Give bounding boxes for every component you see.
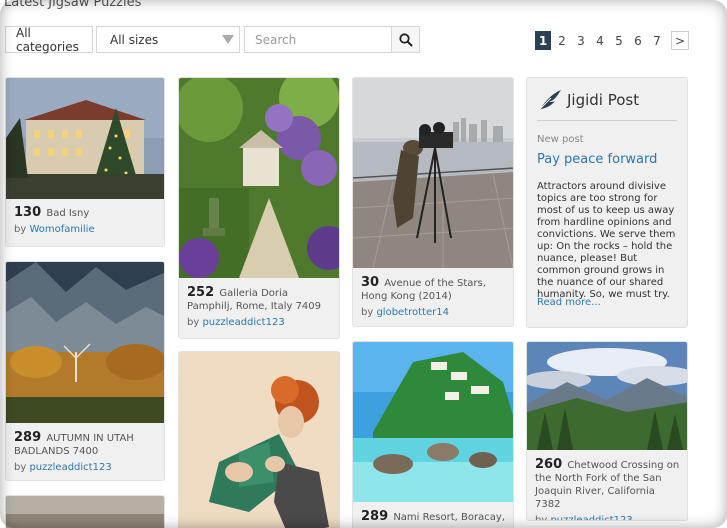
puzzle-card[interactable]: 130 Bad Isny by Womofamilie xyxy=(5,77,165,247)
piece-count: 252 xyxy=(187,285,215,300)
author-link[interactable]: globetrotter14 xyxy=(376,307,449,318)
puzzle-title[interactable]: Bad Isny xyxy=(46,208,89,219)
search-input[interactable] xyxy=(244,26,392,53)
search-button[interactable] xyxy=(391,26,420,53)
puzzle-thumbnail[interactable] xyxy=(6,496,164,528)
piece-count: 130 xyxy=(14,205,42,220)
next-page-button[interactable]: > xyxy=(671,31,689,50)
page-link-3[interactable]: 3 xyxy=(573,31,589,50)
chevron-down-icon xyxy=(222,35,234,44)
page-link-2[interactable]: 2 xyxy=(554,31,570,50)
size-select-value: All sizes xyxy=(110,32,159,47)
by-label: by xyxy=(361,307,374,318)
author-link[interactable]: puzzleaddict123 xyxy=(29,462,111,473)
page-link-1[interactable]: 1 xyxy=(535,31,551,50)
piece-count: 30 xyxy=(361,275,380,290)
puzzle-card[interactable] xyxy=(178,351,340,528)
page-title: Latest Jigsaw Puzzles xyxy=(4,0,142,10)
puzzle-card[interactable]: 289 Nami Resort, Boracay, xyxy=(352,341,514,528)
puzzle-title[interactable]: Nami Resort, Boracay, xyxy=(393,512,505,523)
category-select-value: All categories xyxy=(16,25,79,54)
puzzle-card[interactable] xyxy=(5,495,165,528)
page-link-7[interactable]: 7 xyxy=(649,31,665,50)
post-body: Attractors around divisive topics are to… xyxy=(537,181,676,300)
pagination: 1 2 3 4 5 6 7 > xyxy=(535,31,689,50)
jigidi-post-panel: Jigidi Post New post Pay peace forward A… xyxy=(526,77,688,328)
post-title-link[interactable]: Pay peace forward xyxy=(537,152,657,167)
puzzle-card[interactable]: 260 Chetwood Crossing on the North Fork … xyxy=(526,341,688,521)
puzzle-card[interactable]: 30 Avenue of the Stars, Hong Kong (2014)… xyxy=(352,77,514,327)
puzzle-thumbnail[interactable] xyxy=(527,342,687,450)
puzzle-thumbnail[interactable] xyxy=(353,342,513,502)
puzzle-thumbnail[interactable] xyxy=(6,262,164,423)
divider xyxy=(537,120,677,121)
author-link[interactable]: puzzleaddict123 xyxy=(202,317,284,328)
puzzle-card[interactable]: 289 AUTUMN IN UTAH BADLANDS 7400 by puzz… xyxy=(5,261,165,481)
puzzle-card[interactable]: 252 Galleria Doria Pamphilj, Rome, Italy… xyxy=(178,77,340,339)
page-link-4[interactable]: 4 xyxy=(592,31,608,50)
piece-count: 260 xyxy=(535,457,563,472)
read-more-link[interactable]: Read more... xyxy=(537,297,601,308)
search-icon xyxy=(398,32,413,47)
page-link-5[interactable]: 5 xyxy=(611,31,627,50)
category-select[interactable]: All categories xyxy=(5,25,93,54)
by-label: by xyxy=(535,515,548,521)
puzzle-thumbnail[interactable] xyxy=(179,352,339,528)
by-label: by xyxy=(187,317,200,328)
piece-count: 289 xyxy=(361,509,389,524)
author-link[interactable]: puzzleaddict123 xyxy=(550,515,632,520)
size-select[interactable]: All sizes xyxy=(96,26,240,53)
author-link[interactable]: Womofamilie xyxy=(29,224,94,235)
puzzle-title[interactable]: Avenue of the Stars, Hong Kong (2014) xyxy=(361,278,486,302)
page-link-6[interactable]: 6 xyxy=(630,31,646,50)
post-brand: Jigidi Post xyxy=(567,91,640,109)
post-label: New post xyxy=(537,134,584,145)
puzzle-thumbnail[interactable] xyxy=(179,78,339,278)
feather-icon xyxy=(538,90,561,111)
by-label: by xyxy=(14,462,27,473)
piece-count: 289 xyxy=(14,430,42,445)
puzzle-thumbnail[interactable] xyxy=(6,78,164,199)
puzzle-thumbnail[interactable] xyxy=(353,78,513,268)
by-label: by xyxy=(14,224,27,235)
